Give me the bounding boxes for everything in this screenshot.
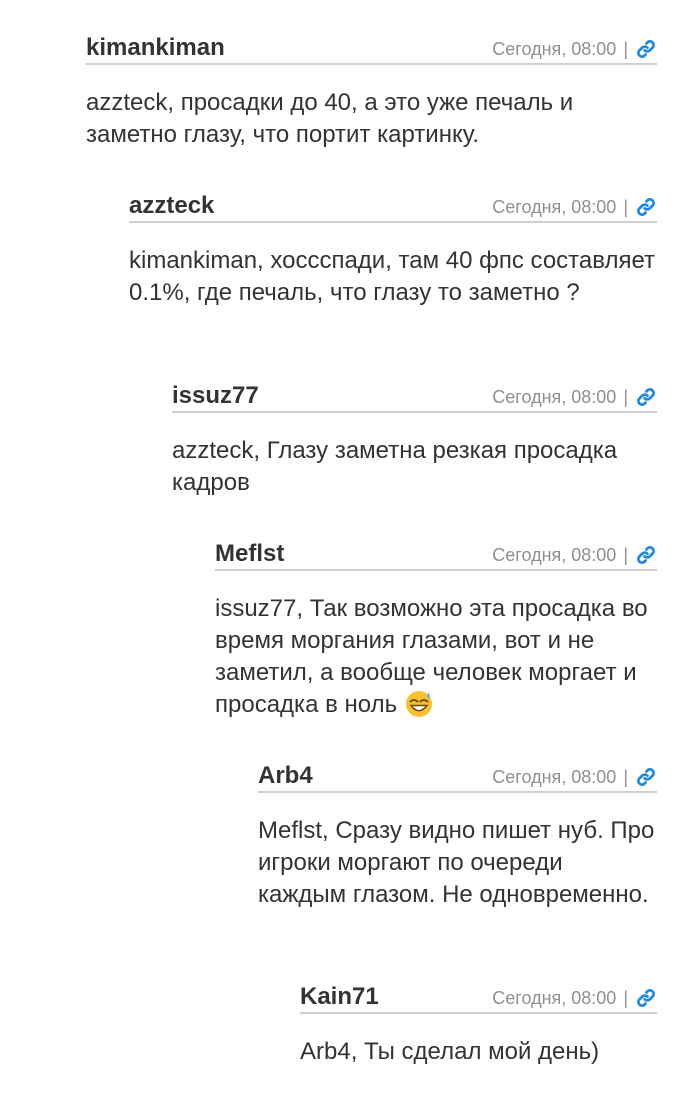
- comment: Kain71 Сегодня, 08:00 | Arb4, Ты сделал …: [300, 978, 657, 1068]
- comment-timestamp: Сегодня, 08:00: [492, 38, 617, 59]
- comment-header: kimankiman Сегодня, 08:00 |: [86, 29, 657, 65]
- meta-separator: |: [623, 196, 628, 217]
- grinning-sweat-emoji-icon: [404, 690, 434, 718]
- link-chain-icon[interactable]: [635, 38, 657, 60]
- comment-text: Arb4, Ты сделал мой день): [300, 1036, 657, 1068]
- comment-header: azzteck Сегодня, 08:00 |: [129, 187, 657, 223]
- comment-author[interactable]: Kain71: [300, 983, 379, 1011]
- comment-author[interactable]: Meflst: [215, 540, 284, 568]
- comment-text: kimankiman, хоссспади, там 40 фпс состав…: [129, 245, 657, 309]
- comment: Meflst Сегодня, 08:00 | issuz77, Так воз…: [215, 535, 657, 721]
- comment: kimankiman Сегодня, 08:00 | azzteck, про…: [86, 29, 657, 151]
- comment-meta: Сегодня, 08:00 |: [492, 987, 657, 1009]
- comment-meta: Сегодня, 08:00 |: [492, 544, 657, 566]
- link-chain-icon[interactable]: [635, 987, 657, 1009]
- comment-timestamp: Сегодня, 08:00: [492, 386, 617, 407]
- comment-meta: Сегодня, 08:00 |: [492, 196, 657, 218]
- comment-meta: Сегодня, 08:00 |: [492, 766, 657, 788]
- link-chain-icon[interactable]: [635, 766, 657, 788]
- link-chain-icon[interactable]: [635, 544, 657, 566]
- comment-text-content: azzteck, Глазу заметна резкая просадка к…: [172, 437, 618, 496]
- comment-header: Arb4 Сегодня, 08:00 |: [258, 757, 657, 793]
- comment-author[interactable]: Arb4: [258, 762, 313, 790]
- comment-text-content: Arb4, Ты сделал мой день): [300, 1038, 600, 1065]
- meta-separator: |: [623, 766, 628, 787]
- comment-author[interactable]: kimankiman: [86, 34, 225, 62]
- comment-text: Meflst, Сразу видно пишет нуб. Про игрок…: [258, 815, 657, 911]
- comment-header: Meflst Сегодня, 08:00 |: [215, 535, 657, 571]
- comment-timestamp: Сегодня, 08:00: [492, 987, 617, 1008]
- comment-header: issuz77 Сегодня, 08:00 |: [172, 377, 657, 413]
- comment-timestamp: Сегодня, 08:00: [492, 766, 617, 787]
- comment-header: Kain71 Сегодня, 08:00 |: [300, 978, 657, 1014]
- comment-text: azzteck, Глазу заметна резкая просадка к…: [172, 435, 657, 499]
- comment-author[interactable]: azzteck: [129, 192, 214, 220]
- comment-timestamp: Сегодня, 08:00: [492, 544, 617, 565]
- comment-text: azzteck, просадки до 40, а это уже печал…: [86, 87, 657, 151]
- comment-meta: Сегодня, 08:00 |: [492, 38, 657, 60]
- comment-author[interactable]: issuz77: [172, 382, 259, 410]
- comment-text-content: Meflst, Сразу видно пишет нуб. Про игрок…: [258, 817, 655, 908]
- meta-separator: |: [623, 386, 628, 407]
- comment-text: issuz77, Так возможно эта просадка во вр…: [215, 593, 657, 721]
- comment-meta: Сегодня, 08:00 |: [492, 386, 657, 408]
- comment-text-content: azzteck, просадки до 40, а это уже печал…: [86, 89, 574, 148]
- meta-separator: |: [623, 987, 628, 1008]
- comment-timestamp: Сегодня, 08:00: [492, 196, 617, 217]
- link-chain-icon[interactable]: [635, 196, 657, 218]
- link-chain-icon[interactable]: [635, 386, 657, 408]
- comment: issuz77 Сегодня, 08:00 | azzteck, Глазу …: [172, 377, 657, 499]
- comment: azzteck Сегодня, 08:00 | kimankiman, хос…: [129, 187, 657, 309]
- comment: Arb4 Сегодня, 08:00 | Meflst, Сразу видн…: [258, 757, 657, 911]
- comment-text-content: kimankiman, хоссспади, там 40 фпс состав…: [129, 247, 655, 306]
- meta-separator: |: [623, 38, 628, 59]
- meta-separator: |: [623, 544, 628, 565]
